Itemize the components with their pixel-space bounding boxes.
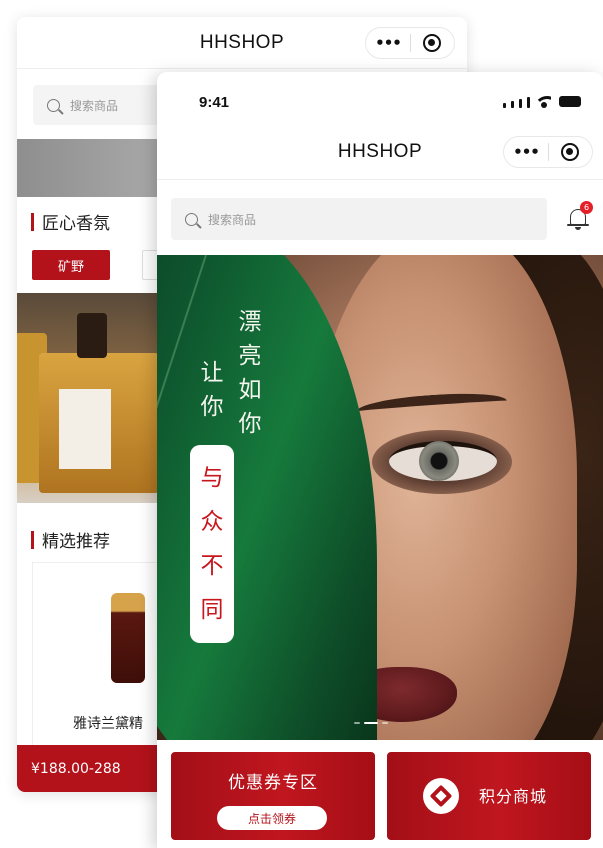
banner-iris [419,441,459,481]
front-search-input[interactable]: 搜索商品 [171,198,547,240]
product-price: ¥188.00-288 [31,760,121,777]
bottle-cap [77,313,107,358]
more-dots-icon[interactable]: ••• [366,34,410,52]
diamond-icon [423,778,459,814]
poem-char: 同 [200,597,224,623]
hero-banner[interactable]: 漂 亮 如 你 让 你 与 众 不 同 [157,255,603,740]
poem-char: 如 [238,377,262,403]
coupon-zone-title: 优惠券专区 [228,773,318,793]
poem-char: 亮 [238,343,262,369]
signal-icon [519,99,522,108]
poem-char: 不 [200,553,224,579]
tag-selected[interactable]: 矿野 [32,250,110,280]
signal-icon [511,101,514,108]
banner-pagination [354,722,388,724]
poem-char: 众 [200,509,224,535]
front-capsule: ••• [503,136,593,168]
search-icon [47,98,60,112]
back-search-placeholder: 搜索商品 [70,98,119,113]
status-icons [503,96,581,108]
pagination-dot[interactable] [382,722,388,724]
signal-icon [527,97,530,108]
target-circle-icon[interactable] [411,34,454,52]
section-recommend-title: 精选推荐 [42,532,110,552]
section-fragrance: 匠心香氛 [31,209,110,234]
poem-column-highlight: 与 众 不 同 [197,456,227,632]
product-name: 雅诗兰黛精 [73,716,143,732]
section-recommend: 精选推荐 [31,527,110,552]
claim-coupon-button[interactable]: 点击领券 [217,806,327,830]
status-time: 9:41 [199,94,230,111]
product-image [111,593,145,683]
poem-char: 你 [238,411,262,437]
poem-char: 你 [200,394,224,420]
bottom-entry-tiles: 优惠券专区 点击领券 积分商城 [157,740,603,848]
front-nav-bar: HHSHOP ••• [157,124,603,180]
poem-char: 让 [200,360,224,386]
back-capsule: ••• [365,27,455,59]
section-bar [31,212,34,231]
status-bar: 9:41 [157,72,603,124]
front-phone-screen: 9:41 HHSHOP ••• 搜索商品 6 漂 亮 如 你 让 你 与 众 不… [157,72,603,848]
signal-icon [503,103,506,108]
notification-badge: 6 [580,201,593,214]
back-nav-bar: HHSHOP ••• [17,17,467,69]
front-search-row: 搜索商品 6 [157,180,603,256]
bottle-label [59,389,111,469]
back-nav-title: HHSHOP [199,31,285,53]
target-circle-icon[interactable] [549,143,592,161]
section-bar [31,530,34,549]
poem-char: 漂 [238,309,262,335]
more-dots-icon[interactable]: ••• [504,143,548,161]
section-fragrance-title: 匠心香氛 [42,214,110,234]
wifi-icon [537,96,551,108]
coupon-zone-tile[interactable]: 优惠券专区 点击领券 [171,752,375,840]
poem-char: 与 [200,465,224,491]
points-mall-tile[interactable]: 积分商城 [387,752,591,840]
poem-column-right: 漂 亮 如 你 [235,305,265,441]
points-mall-label: 积分商城 [479,787,548,806]
notification-bell-icon[interactable]: 6 [567,201,593,231]
front-nav-title: HHSHOP [337,140,423,162]
pagination-dot[interactable] [354,722,360,724]
search-icon [185,212,198,226]
battery-icon [559,96,581,107]
pagination-dot-active[interactable] [364,722,378,724]
poem-column-left: 让 你 [197,356,227,424]
front-search-placeholder: 搜索商品 [208,212,257,227]
